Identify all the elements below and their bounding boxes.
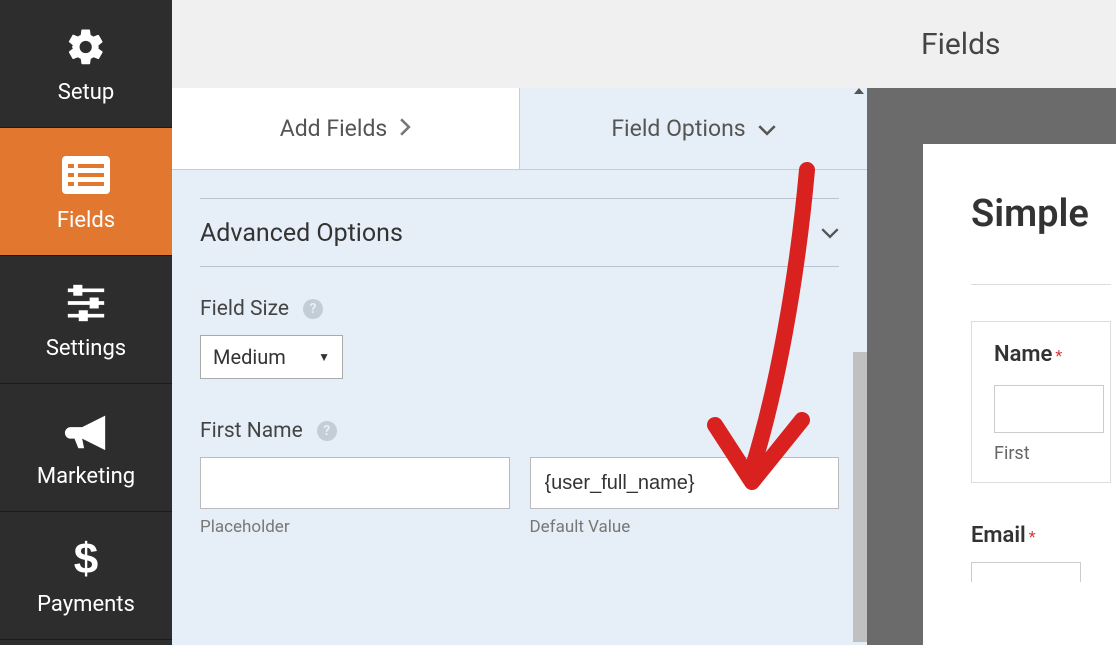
scrollbar-thumb[interactable] — [853, 352, 867, 642]
field-size-label: Field Size — [200, 297, 289, 321]
right-panel: Fields Simple Name* First Email* — [867, 0, 1116, 645]
sidebar-label: Setup — [58, 80, 114, 105]
tab-field-options[interactable]: Field Options — [520, 88, 867, 169]
required-asterisk: * — [1055, 346, 1062, 365]
form-card: Simple Name* First Email* — [923, 144, 1116, 645]
gear-icon — [65, 22, 107, 72]
email-input[interactable] — [971, 562, 1081, 582]
sidebar-label: Settings — [46, 336, 126, 361]
dollar-icon: $ — [73, 534, 99, 584]
placeholder-input[interactable] — [200, 457, 510, 509]
tabs: Add Fields Field Options — [172, 88, 867, 170]
chevron-down-icon — [821, 224, 839, 243]
sidebar-label: Payments — [37, 592, 135, 617]
sidebar-item-setup[interactable]: Setup — [0, 0, 172, 128]
advanced-options-title: Advanced Options — [200, 219, 403, 248]
form-field-name[interactable]: Name* First — [971, 321, 1111, 483]
chevron-down-icon — [758, 115, 776, 142]
select-value: Medium — [213, 345, 318, 369]
sidebar-item-fields[interactable]: Fields — [0, 128, 172, 256]
svg-text:$: $ — [74, 537, 98, 581]
form-preview: Simple Name* First Email* — [867, 88, 1116, 645]
sidebar-item-payments[interactable]: $ Payments — [0, 512, 172, 640]
first-name-label: First Name — [200, 419, 303, 443]
chevron-right-icon — [399, 115, 411, 142]
sidebar-item-settings[interactable]: Settings — [0, 256, 172, 384]
tab-label: Add Fields — [280, 115, 388, 142]
sliders-icon — [64, 278, 108, 328]
caret-down-icon: ▼ — [318, 350, 330, 364]
default-value-input[interactable] — [530, 457, 840, 509]
placeholder-sublabel: Placeholder — [200, 517, 510, 537]
right-header: Fields — [867, 0, 1116, 88]
right-header-title: Fields — [921, 27, 1000, 62]
list-icon — [62, 150, 110, 200]
center-panel: Add Fields Field Options Advanced Option… — [172, 0, 867, 645]
form-title: Simple — [971, 192, 1116, 236]
first-sublabel: First — [994, 443, 1088, 464]
email-label: Email — [971, 523, 1026, 548]
name-label: Name — [994, 342, 1052, 367]
required-asterisk: * — [1029, 527, 1036, 546]
sidebar: Setup Fields Settings Marketing $ Paymen… — [0, 0, 172, 645]
sidebar-item-marketing[interactable]: Marketing — [0, 384, 172, 512]
bullhorn-icon — [63, 406, 109, 456]
sidebar-label: Fields — [57, 208, 115, 233]
default-value-sublabel: Default Value — [530, 517, 840, 537]
name-first-input[interactable] — [994, 385, 1104, 433]
tab-add-fields[interactable]: Add Fields — [172, 88, 520, 169]
tab-label: Field Options — [611, 115, 745, 142]
advanced-options-toggle[interactable]: Advanced Options — [200, 199, 839, 266]
field-size-select[interactable]: Medium ▼ — [200, 335, 343, 379]
scroll-up-icon[interactable] — [854, 88, 864, 94]
help-icon[interactable]: ? — [303, 299, 323, 319]
help-icon[interactable]: ? — [317, 421, 337, 441]
field-options-panel: Advanced Options Field Size ? Medium ▼ F… — [172, 170, 867, 645]
sidebar-label: Marketing — [37, 464, 135, 489]
form-field-email[interactable]: Email* — [971, 523, 1111, 582]
